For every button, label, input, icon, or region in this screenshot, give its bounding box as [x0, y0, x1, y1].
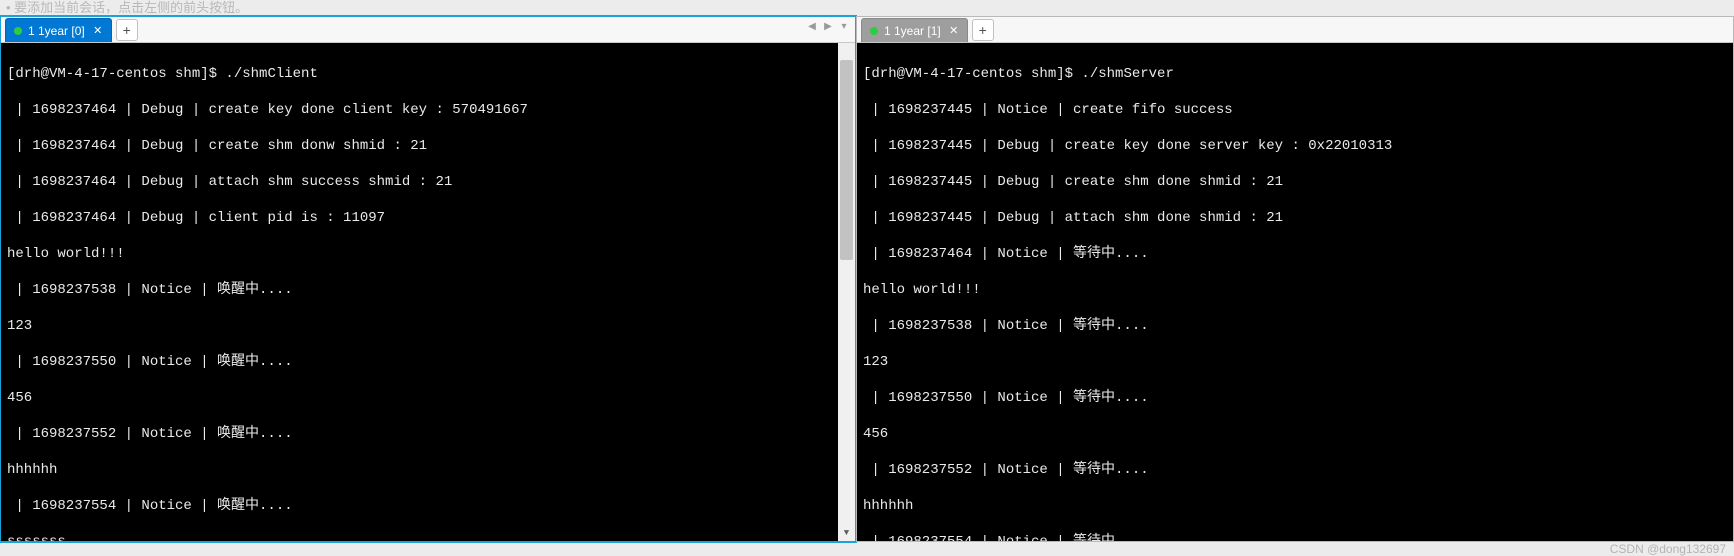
- tab-bar-right: 1 1year [1] ✕ +: [857, 17, 1733, 43]
- terminal-line: | 1698237464 | Debug | client pid is : 1…: [7, 209, 849, 227]
- tab-session-left[interactable]: 1 1year [0] ✕: [5, 18, 112, 42]
- terminal-line: | 1698237445 | Debug | create key done s…: [863, 137, 1727, 155]
- terminal-line: | 1698237464 | Notice | 等待中....: [863, 245, 1727, 263]
- tab-next-icon[interactable]: ▶: [821, 21, 835, 32]
- close-icon[interactable]: ✕: [947, 24, 961, 38]
- terminal-line: hhhhhh: [863, 497, 1727, 515]
- scroll-thumb[interactable]: [840, 60, 853, 260]
- watermark-text: CSDN @dong132697: [1610, 542, 1726, 556]
- terminal-line: | 1698237550 | Notice | 等待中....: [863, 389, 1727, 407]
- terminal-line: 456: [863, 425, 1727, 443]
- terminal-pane-right: 1 1year [1] ✕ + [drh@VM-4-17-centos shm]…: [856, 16, 1734, 542]
- terminal-line: hhhhhh: [7, 461, 849, 479]
- terminal-line: 123: [863, 353, 1727, 371]
- terminal-pane-left: 1 1year [0] ✕ + ◀ ▶ ▾ [drh@VM-4-17-cento…: [0, 16, 856, 542]
- terminal-line: | 1698237445 | Debug | attach shm done s…: [863, 209, 1727, 227]
- terminal-line: | 1698237464 | Debug | attach shm succes…: [7, 173, 849, 191]
- terminal-line: | 1698237464 | Debug | create key done c…: [7, 101, 849, 119]
- split-pane-container: 1 1year [0] ✕ + ◀ ▶ ▾ [drh@VM-4-17-cento…: [0, 16, 1734, 542]
- terminal-line: hello world!!!: [863, 281, 1727, 299]
- close-icon[interactable]: ✕: [91, 24, 105, 38]
- terminal-line: hello world!!!: [7, 245, 849, 263]
- terminal-line: | 1698237538 | Notice | 等待中....: [863, 317, 1727, 335]
- tab-bar-left: 1 1year [0] ✕ + ◀ ▶ ▾: [1, 17, 855, 43]
- tab-prev-icon[interactable]: ◀: [805, 21, 819, 32]
- terminal-line: sssssss: [7, 533, 849, 541]
- tab-nav-arrows: ◀ ▶ ▾: [805, 21, 851, 32]
- terminal-line: 456: [7, 389, 849, 407]
- tab-title: 1 1year [0]: [28, 24, 85, 38]
- status-dot-icon: [14, 27, 22, 35]
- terminal-line: [drh@VM-4-17-centos shm]$ ./shmClient: [7, 65, 849, 83]
- terminal-output-right[interactable]: [drh@VM-4-17-centos shm]$ ./shmServer | …: [857, 43, 1733, 541]
- terminal-line: | 1698237550 | Notice | 唤醒中....: [7, 353, 849, 371]
- terminal-line: | 1698237554 | Notice | 等待中....: [863, 533, 1727, 541]
- terminal-line: | 1698237445 | Debug | create shm done s…: [863, 173, 1727, 191]
- scrollbar-left[interactable]: ▲ ▼: [838, 43, 855, 541]
- terminal-line: | 1698237552 | Notice | 等待中....: [863, 461, 1727, 479]
- terminal-line: | 1698237554 | Notice | 唤醒中....: [7, 497, 849, 515]
- terminal-line: | 1698237445 | Notice | create fifo succ…: [863, 101, 1727, 119]
- tab-title: 1 1year [1]: [884, 24, 941, 38]
- scroll-down-icon[interactable]: ▼: [838, 524, 855, 541]
- terminal-output-left[interactable]: [drh@VM-4-17-centos shm]$ ./shmClient | …: [1, 43, 855, 541]
- terminal-line: 123: [7, 317, 849, 335]
- add-tab-button[interactable]: +: [972, 19, 994, 41]
- terminal-line: | 1698237464 | Debug | create shm donw s…: [7, 137, 849, 155]
- add-tab-button[interactable]: +: [116, 19, 138, 41]
- top-hint-text: • 要添加当前会话，点击左侧的前头按钮。: [0, 0, 1734, 16]
- terminal-line: [drh@VM-4-17-centos shm]$ ./shmServer: [863, 65, 1727, 83]
- status-dot-icon: [870, 27, 878, 35]
- terminal-line: | 1698237538 | Notice | 唤醒中....: [7, 281, 849, 299]
- tab-session-right[interactable]: 1 1year [1] ✕: [861, 18, 968, 42]
- tab-dropdown-icon[interactable]: ▾: [837, 21, 851, 32]
- terminal-line: | 1698237552 | Notice | 唤醒中....: [7, 425, 849, 443]
